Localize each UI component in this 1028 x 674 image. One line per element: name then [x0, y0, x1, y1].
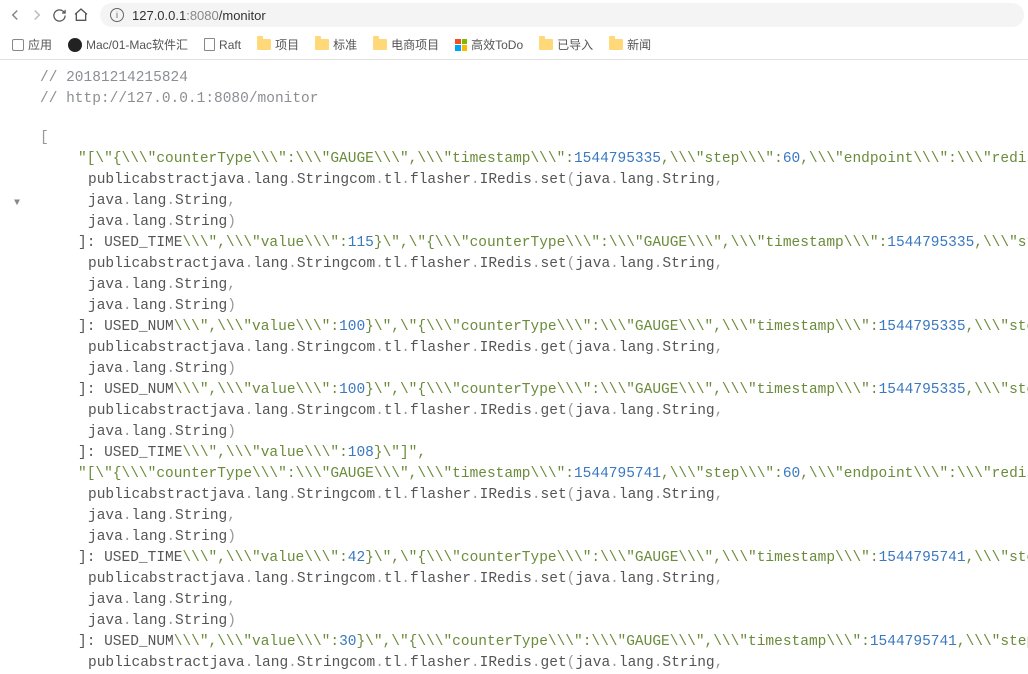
java-sig: publicabstractjava.lang.Stringcom.tl.fla…	[88, 655, 723, 671]
url-host: 127.0.0.1	[132, 8, 186, 23]
forward-button[interactable]	[26, 6, 48, 24]
url-port: :8080	[186, 8, 219, 23]
folder-icon	[315, 39, 329, 50]
browser-nav-bar: i 127.0.0.1:8080/monitor	[0, 0, 1028, 30]
java-param: java.lang.String)	[88, 613, 236, 629]
folder-icon	[539, 39, 553, 50]
java-sig: publicabstractjava.lang.Stringcom.tl.fla…	[88, 487, 723, 503]
bookmark-raft[interactable]: Raft	[198, 38, 247, 52]
java-param: java.lang.String,	[88, 592, 236, 608]
java-param: java.lang.String)	[88, 361, 236, 377]
apps-button[interactable]: 应用	[6, 36, 58, 53]
comment-line: // http://127.0.0.1:8080/monitor	[40, 91, 318, 107]
folder-icon	[373, 39, 387, 50]
collapse-toggle[interactable]: ▼	[14, 193, 20, 214]
comment-line: // 20181214215824	[40, 70, 188, 86]
java-sig: publicabstractjava.lang.Stringcom.tl.fla…	[88, 340, 723, 356]
java-sig: publicabstractjava.lang.Stringcom.tl.fla…	[88, 256, 723, 272]
json-line: ]: USED_NUM\\\",\\\"value\\\":100}\",\"{…	[78, 382, 1028, 398]
json-line: "[\"{\\\"counterType\\\":\\\"GAUGE\\\",\…	[78, 151, 1028, 167]
json-line: ]: USED_TIME\\\",\\\"value\\\":108}\"]",	[78, 445, 426, 461]
address-bar[interactable]: i 127.0.0.1:8080/monitor	[100, 3, 1024, 27]
java-sig: publicabstractjava.lang.Stringcom.tl.fla…	[88, 403, 723, 419]
java-param: java.lang.String)	[88, 424, 236, 440]
json-line: ]: USED_NUM\\\",\\\"value\\\":30}\",\"{\…	[78, 634, 1028, 650]
bookmark-imported[interactable]: 已导入	[533, 36, 599, 53]
bookmark-todo[interactable]: 高效ToDo	[449, 36, 529, 53]
bookmark-project[interactable]: 项目	[251, 36, 305, 53]
bracket-open: [	[40, 130, 49, 146]
java-param: java.lang.String)	[88, 298, 236, 314]
refresh-button[interactable]	[48, 8, 70, 23]
back-button[interactable]	[4, 6, 26, 24]
json-line: ]: USED_NUM\\\",\\\"value\\\":100}\",\"{…	[78, 319, 1028, 335]
java-param: java.lang.String)	[88, 529, 236, 545]
file-icon	[204, 38, 215, 51]
microsoft-icon	[455, 39, 467, 51]
java-param: java.lang.String,	[88, 277, 236, 293]
folder-icon	[257, 39, 271, 50]
info-icon: i	[110, 8, 124, 22]
java-param: java.lang.String,	[88, 193, 236, 209]
bookmark-standard[interactable]: 标准	[309, 36, 363, 53]
java-param: java.lang.String)	[88, 214, 236, 230]
url-path: /monitor	[219, 8, 266, 23]
bookmark-mac[interactable]: Mac/01-Mac软件汇	[62, 36, 194, 53]
json-line: ]: USED_TIME\\\",\\\"value\\\":115}\",\"…	[78, 235, 1028, 251]
bookmark-ecom[interactable]: 电商项目	[367, 36, 445, 53]
home-button[interactable]	[70, 7, 92, 23]
json-viewer: ▼ // 20181214215824 // http://127.0.0.1:…	[0, 60, 1028, 674]
java-sig: publicabstractjava.lang.Stringcom.tl.fla…	[88, 571, 723, 587]
github-icon	[68, 38, 82, 52]
bookmarks-bar: 应用 Mac/01-Mac软件汇 Raft 项目 标准 电商项目 高效ToDo …	[0, 30, 1028, 60]
java-sig: publicabstractjava.lang.Stringcom.tl.fla…	[88, 172, 723, 188]
apps-icon	[12, 39, 24, 51]
bookmark-news[interactable]: 新闻	[603, 36, 657, 53]
folder-icon	[609, 39, 623, 50]
java-param: java.lang.String,	[88, 508, 236, 524]
json-line: "[\"{\\\"counterType\\\":\\\"GAUGE\\\",\…	[78, 466, 1028, 482]
json-line: ]: USED_TIME\\\",\\\"value\\\":42}\",\"{…	[78, 550, 1028, 566]
